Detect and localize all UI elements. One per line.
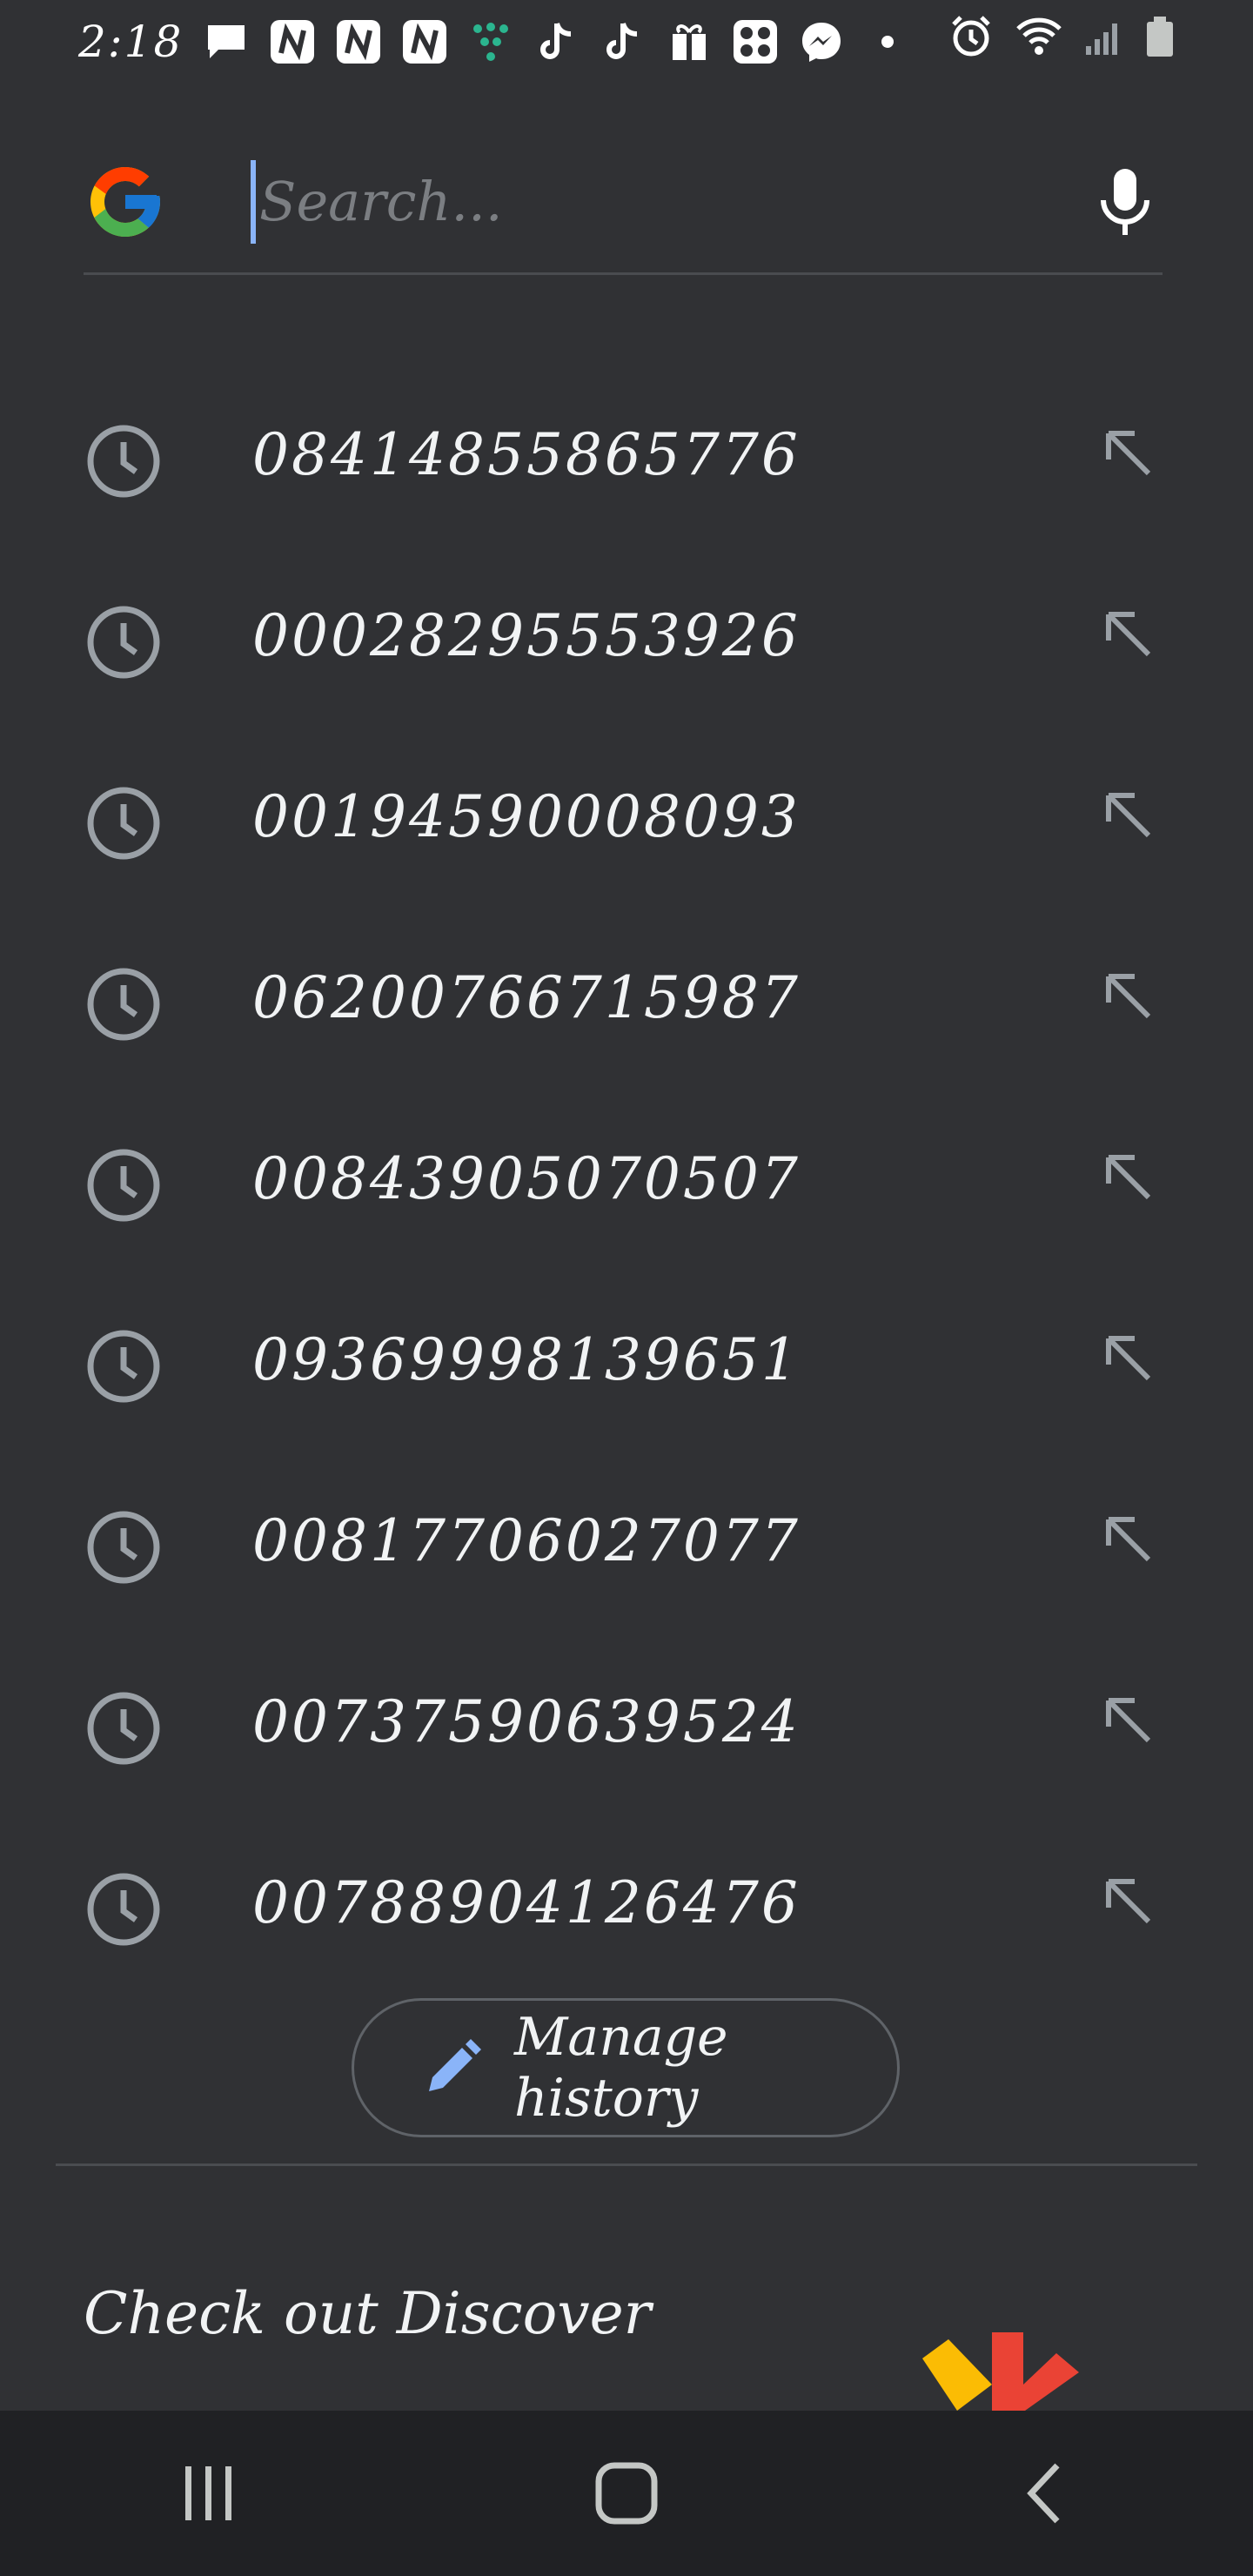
history-clock-icon: [85, 1328, 162, 1405]
discover-illustration-icon: [922, 2332, 1114, 2411]
tiktok-icon: [533, 17, 581, 66]
history-item-text: 06200766715987: [252, 964, 801, 1031]
notification-icons: [202, 17, 912, 66]
history-item[interactable]: 06200766715987: [0, 914, 1253, 1095]
alarm-icon: [948, 14, 994, 70]
history-item[interactable]: 00788904126476: [0, 1819, 1253, 2000]
tiktok-icon: [599, 17, 647, 66]
wifi-icon: [1015, 17, 1063, 67]
history-item-text: 09369998139651: [252, 1326, 801, 1393]
status-time: 2:18: [78, 17, 184, 67]
fill-query-arrow-icon[interactable]: [1100, 1149, 1156, 1204]
navigation-bar: [0, 2411, 1253, 2576]
history-item[interactable]: 00843905070507: [0, 1095, 1253, 1276]
dots-app-icon: [466, 17, 515, 66]
history-item-text: 00817706027077: [252, 1507, 801, 1574]
n-app-icon: [334, 17, 383, 66]
screen: 2:18 Search... 08414855865776 0002829555…: [0, 0, 1253, 2576]
history-item[interactable]: 00817706027077: [0, 1457, 1253, 1638]
search-input[interactable]: [251, 159, 999, 244]
battery-icon: [1145, 15, 1175, 69]
history-item[interactable]: 00737590639524: [0, 1638, 1253, 1819]
app-grid-icon: [731, 17, 780, 66]
history-item-text: 00737590639524: [252, 1688, 801, 1755]
history-clock-icon: [85, 1690, 162, 1767]
history-clock-icon: [85, 423, 162, 500]
history-clock-icon: [85, 604, 162, 681]
back-button[interactable]: [992, 2441, 1096, 2546]
manage-history-button[interactable]: Manage history: [352, 1998, 900, 2137]
microphone-icon[interactable]: [1095, 160, 1156, 244]
home-button[interactable]: [574, 2441, 679, 2546]
google-logo-icon[interactable]: [84, 160, 167, 244]
history-clock-icon: [85, 785, 162, 862]
fill-query-arrow-icon[interactable]: [1100, 968, 1156, 1023]
discover-heading: Check out Discover: [84, 2280, 652, 2347]
status-bar: 2:18: [0, 0, 1253, 84]
fill-query-arrow-icon[interactable]: [1100, 787, 1156, 842]
history-clock-icon: [85, 1509, 162, 1586]
fill-query-arrow-icon[interactable]: [1100, 1511, 1156, 1566]
history-item-text: 00194590008093: [252, 783, 801, 850]
pencil-icon: [422, 2037, 483, 2098]
history-clock-icon: [85, 1871, 162, 1948]
more-dot-icon: [863, 17, 912, 66]
gift-icon: [665, 17, 714, 66]
n-app-icon: [268, 17, 317, 66]
history-item[interactable]: 00194590008093: [0, 733, 1253, 914]
divider: [56, 2163, 1197, 2166]
message-icon: [202, 17, 251, 66]
system-icons: [948, 14, 1175, 70]
manage-history-label: Manage history: [514, 2007, 728, 2129]
history-item[interactable]: 08414855865776: [0, 371, 1253, 552]
n-app-icon: [400, 17, 449, 66]
signal-icon: [1084, 17, 1124, 67]
fill-query-arrow-icon[interactable]: [1100, 425, 1156, 480]
history-item-partial[interactable]: 00191210118042: [0, 275, 1253, 310]
fill-query-arrow-icon[interactable]: [1100, 1330, 1156, 1385]
messenger-icon: [797, 17, 846, 66]
search-bar: [84, 131, 1163, 275]
history-item[interactable]: 09369998139651: [0, 1276, 1253, 1457]
fill-query-arrow-icon[interactable]: [1100, 1873, 1156, 1929]
history-item-text: 00028295553926: [252, 602, 801, 669]
history-item-text: 00843905070507: [252, 1145, 801, 1212]
history-clock-icon: [85, 1147, 162, 1224]
history-item[interactable]: 00028295553926: [0, 552, 1253, 733]
history-clock-icon: [85, 966, 162, 1043]
history-item-text: 08414855865776: [252, 421, 801, 488]
fill-query-arrow-icon[interactable]: [1100, 1692, 1156, 1748]
history-item-text: 00788904126476: [252, 1869, 801, 1936]
fill-query-arrow-icon[interactable]: [1100, 606, 1156, 661]
recent-apps-button[interactable]: [157, 2441, 261, 2546]
